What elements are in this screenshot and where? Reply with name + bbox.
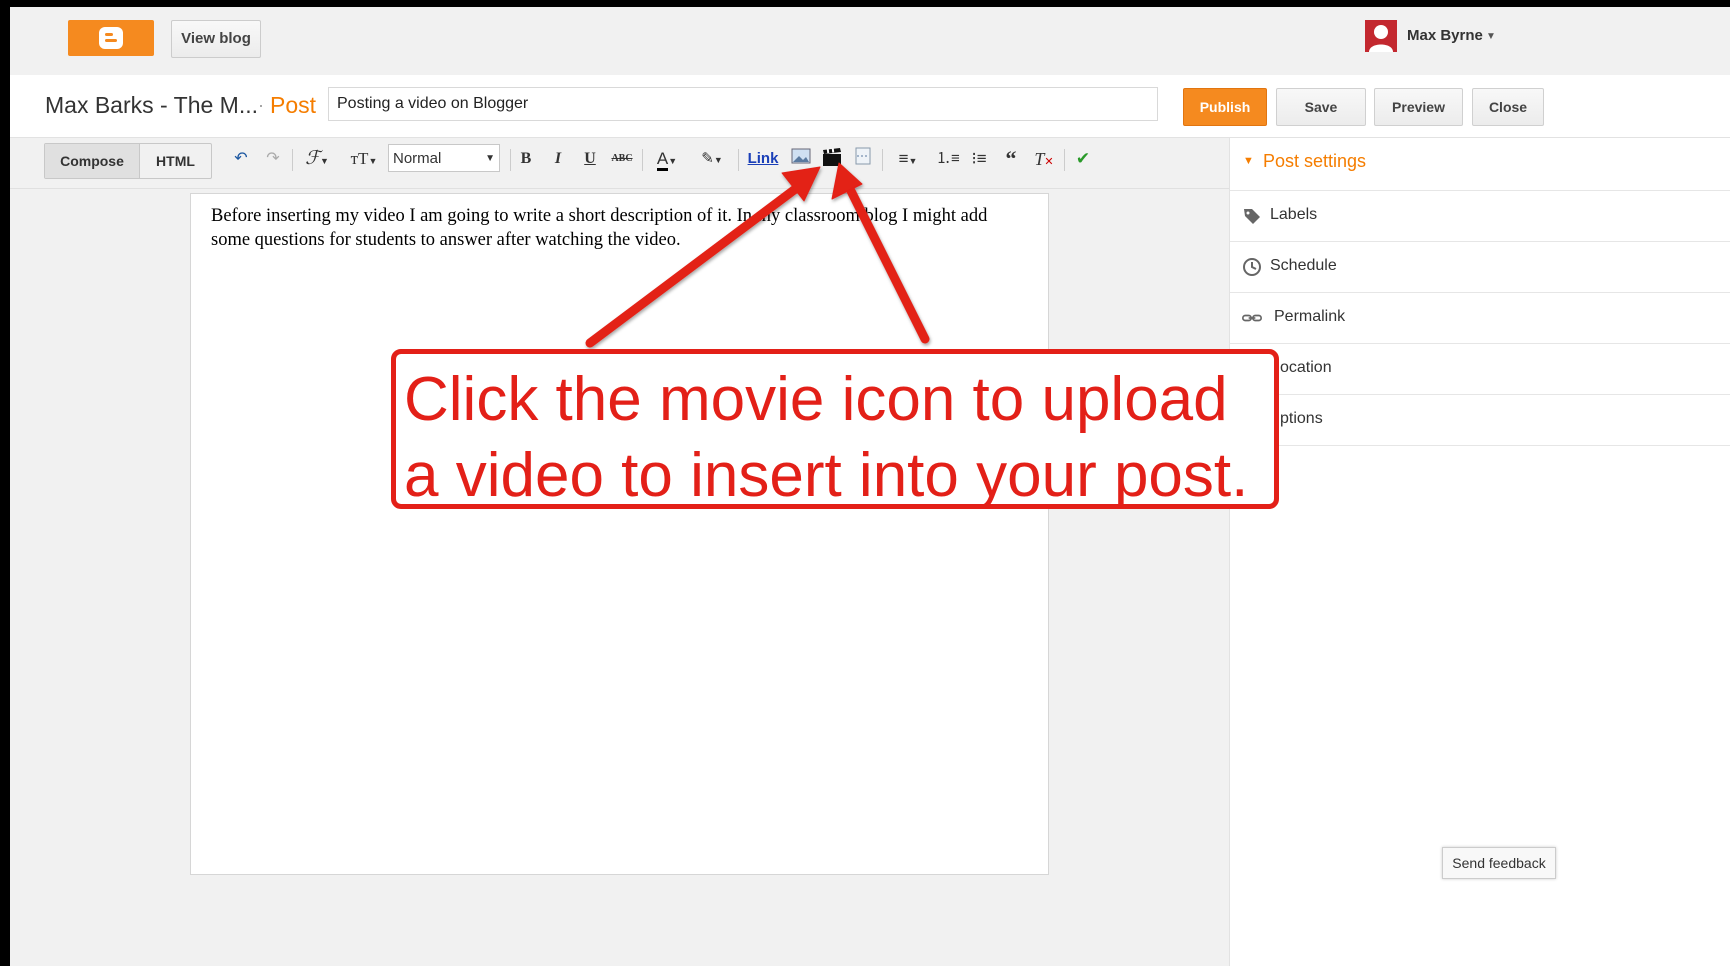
instruction-callout: Click the movie icon to upload a video t…	[391, 349, 1279, 510]
arrow-to-video-icon	[843, 180, 930, 344]
arrowhead	[831, 162, 863, 200]
blogger-post-editor: View blog Max Byrne ▼ Max Barks - The M.…	[10, 7, 1730, 966]
callout-line-2: a video to insert into your post.	[404, 441, 1249, 510]
callout-line-1: Click the movie icon to upload	[404, 365, 1228, 434]
callout-text: Click the movie icon to upload a video t…	[404, 362, 1274, 514]
arrow-to-image-icon	[585, 182, 803, 348]
